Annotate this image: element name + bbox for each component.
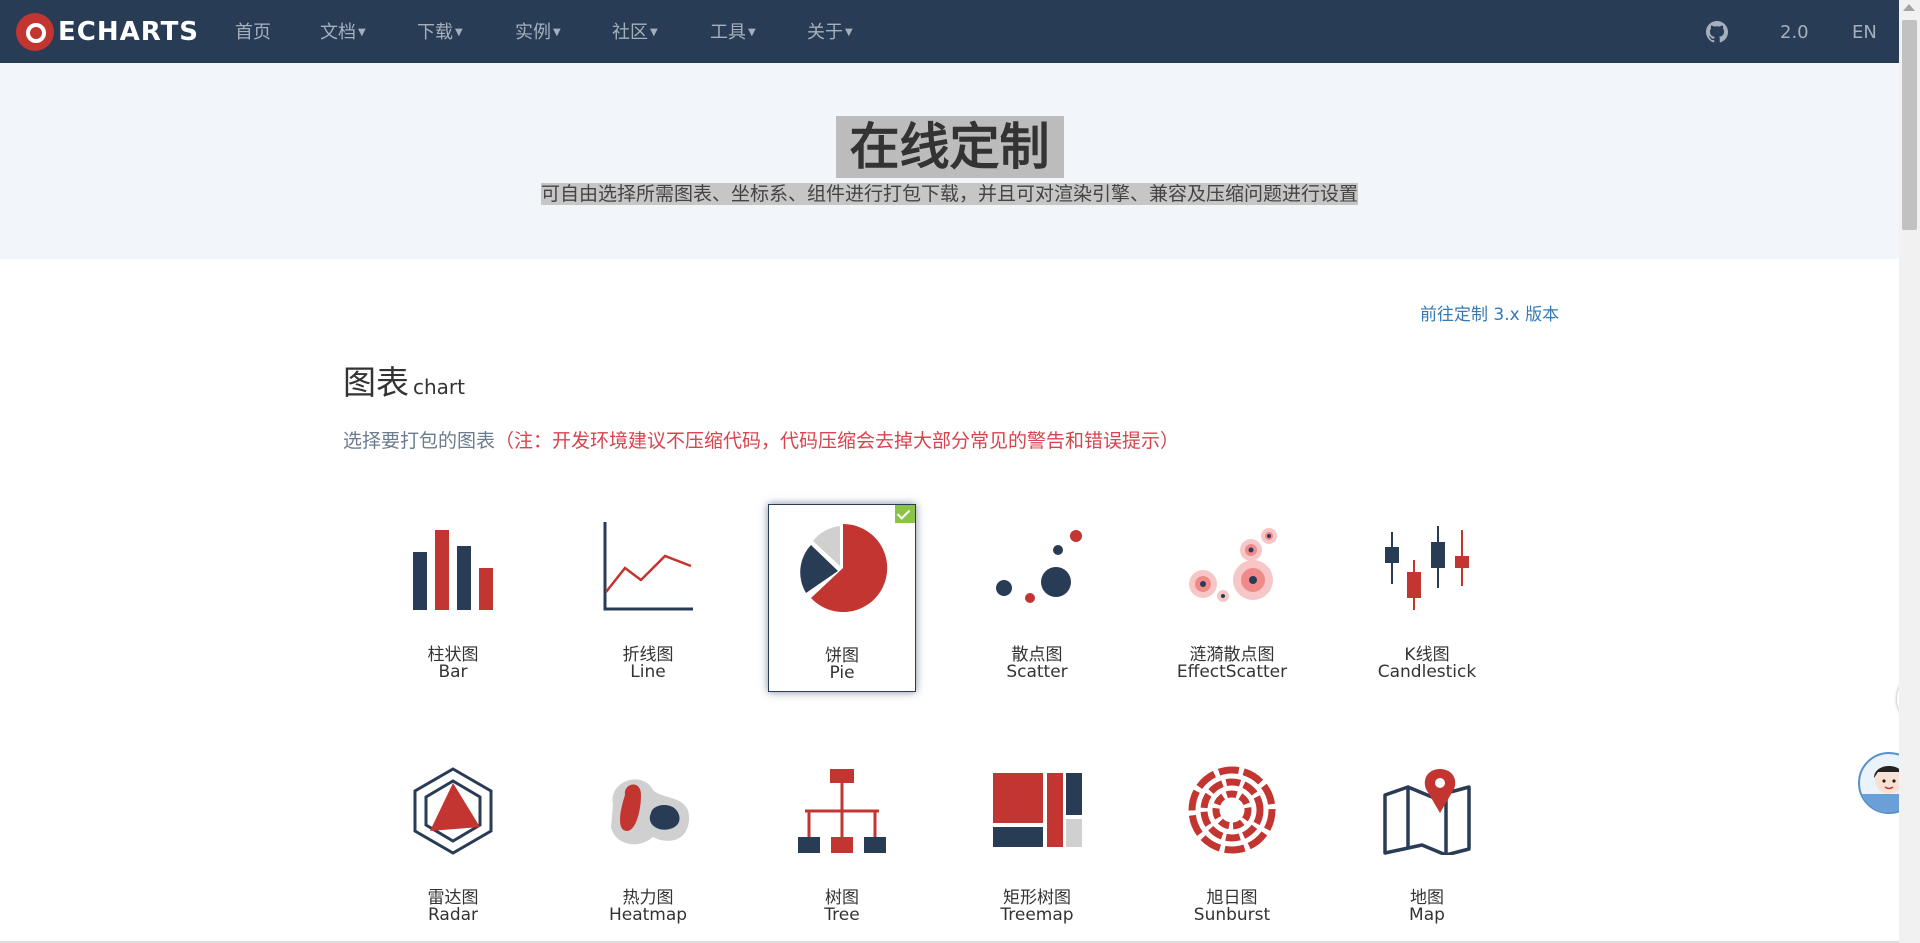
sunburst-icon: [1188, 766, 1276, 854]
heatmap-icon: [611, 779, 690, 845]
caret-down-icon: ▼: [358, 27, 366, 38]
chart-option-scatter[interactable]: 散点图 Scatter: [963, 504, 1111, 692]
nav-lang[interactable]: EN: [1852, 0, 1877, 63]
chart-option-map[interactable]: 地图 Map: [1353, 747, 1501, 935]
nav-docs[interactable]: 文档 ▼: [320, 0, 366, 63]
treemap-icon: [993, 773, 1082, 847]
chart-option-tree[interactable]: 树图 Tree: [768, 747, 916, 935]
section-title: 图表 chart: [343, 363, 465, 402]
nav-about[interactable]: 关于 ▼: [807, 0, 853, 63]
nav-community[interactable]: 社区 ▼: [612, 0, 658, 63]
selected-check-icon: [895, 505, 915, 523]
effect-scatter-icon: [1189, 528, 1277, 602]
scatter-chart-icon: [996, 530, 1082, 603]
nav-tools[interactable]: 工具 ▼: [710, 0, 756, 63]
chart-option-bar[interactable]: 柱状图 Bar: [379, 504, 527, 692]
echarts-logo[interactable]: ECHARTS: [16, 12, 199, 52]
caret-down-icon: ▼: [553, 27, 561, 38]
caret-down-icon: ▼: [845, 27, 853, 38]
chart-option-line[interactable]: 折线图 Line: [574, 504, 722, 692]
chart-option-radar[interactable]: 雷达图 Radar: [379, 747, 527, 935]
radar-chart-icon: [413, 767, 493, 855]
candlestick-icon: [1385, 526, 1469, 610]
compression-note: （注：开发环境建议不压缩代码，代码压缩会去掉大部分常见的警告和错误提示）: [495, 430, 1180, 452]
caret-down-icon: ▼: [650, 27, 658, 38]
caret-down-icon: ▼: [455, 27, 463, 38]
chart-option-treemap[interactable]: 矩形树图 Treemap: [963, 747, 1111, 935]
customize-3x-link[interactable]: 前往定制 3.x 版本: [1420, 300, 1559, 325]
chart-option-effectscatter[interactable]: 涟漪散点图 EffectScatter: [1158, 504, 1306, 692]
chart-option-candlestick[interactable]: K线图 Candlestick: [1353, 504, 1501, 692]
caret-down-icon: ▼: [748, 27, 756, 38]
section-description: 选择要打包的图表（注：开发环境建议不压缩代码，代码压缩会去掉大部分常见的警告和错…: [343, 430, 1180, 452]
nav-home[interactable]: 首页: [235, 0, 271, 63]
logo-icon: [16, 13, 54, 51]
bar-chart-icon: [413, 530, 493, 610]
chart-option-sunburst[interactable]: 旭日图 Sunburst: [1158, 747, 1306, 935]
logo-text: ECHARTS: [58, 17, 200, 47]
github-icon[interactable]: [1706, 21, 1728, 43]
chart-option-pie[interactable]: 饼图 Pie: [768, 504, 916, 692]
nav-download[interactable]: 下载 ▼: [417, 0, 463, 63]
pie-chart-icon: [800, 523, 888, 612]
scroll-up-arrow-icon[interactable]: [1903, 4, 1915, 11]
scrollbar-thumb[interactable]: [1902, 20, 1917, 230]
map-icon: [1383, 769, 1471, 855]
nav-examples[interactable]: 实例 ▼: [515, 0, 561, 63]
nav-version[interactable]: 2.0: [1780, 0, 1809, 63]
top-navbar: ECHARTS 首页 文档 ▼ 下载 ▼ 实例 ▼ 社区 ▼ 工具 ▼ 关于 ▼ 2.0 E…: [0, 0, 1899, 63]
page-subtitle: 可自由选择所需图表、坐标系、组件进行打包下载，并且可对渲染引擎、兼容及压缩问题进…: [540, 183, 1358, 205]
tree-chart-icon: [798, 769, 886, 853]
page-title: 在线定制: [835, 116, 1064, 178]
line-chart-icon: [603, 522, 693, 611]
chart-option-heatmap[interactable]: 热力图 Heatmap: [574, 747, 722, 935]
hero-banner: 在线定制 可自由选择所需图表、坐标系、组件进行打包下载，并且可对渲染引擎、兼容及…: [0, 63, 1899, 259]
